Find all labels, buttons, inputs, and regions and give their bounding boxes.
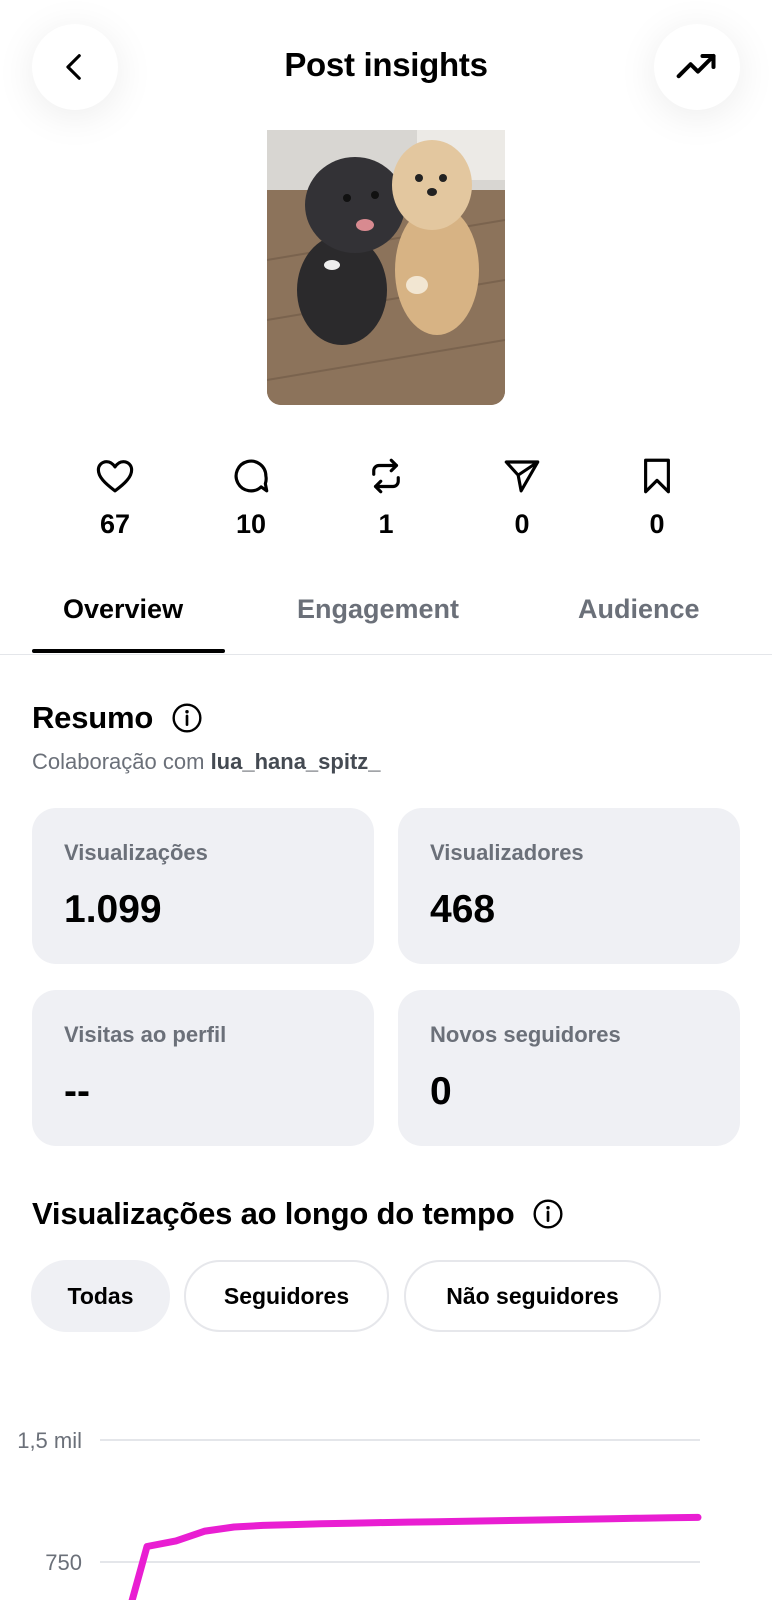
profile-visits-label: Visitas ao perfil: [64, 1022, 227, 1047]
likes-count: 67: [99, 509, 131, 539]
views-label: Visualizações: [64, 840, 208, 865]
new-followers-card: Novos seguidores 0: [398, 990, 740, 1146]
active-tab-indicator: [32, 649, 225, 653]
new-followers-value: 0: [430, 1070, 452, 1113]
likes-stat: 67: [55, 455, 175, 540]
tab-overview[interactable]: Overview: [63, 594, 183, 625]
views-over-time-heading: Visualizações ao longo do tempo: [32, 1196, 564, 1232]
send-icon: [504, 460, 540, 493]
reposts-count: 1: [378, 509, 394, 539]
collaborator-username[interactable]: lua_hana_spitz_: [211, 749, 381, 774]
views-over-time-title: Visualizações ao longo do tempo: [32, 1196, 515, 1231]
tab-audience[interactable]: Audience: [578, 594, 700, 625]
collaboration-line: Colaboração com lua_hana_spitz_: [32, 749, 381, 775]
views-series-line: [128, 1513, 702, 1600]
insights-tabs: Overview Engagement Audience: [0, 586, 772, 655]
viewers-card: Visualizadores 468: [398, 808, 740, 964]
reposts-stat: 1: [326, 455, 446, 540]
comments-stat: 10: [191, 455, 311, 540]
post-thumbnail[interactable]: [267, 130, 505, 405]
viewers-label: Visualizadores: [430, 840, 584, 865]
summary-heading: Resumo: [32, 700, 203, 736]
filter-all[interactable]: Todas: [31, 1260, 170, 1332]
comment-icon: [234, 459, 269, 493]
saves-count: 0: [649, 509, 665, 539]
filter-non-followers[interactable]: Não seguidores: [404, 1260, 661, 1332]
y-tick-label: 1,5 mil: [17, 1428, 82, 1453]
tab-engagement[interactable]: Engagement: [297, 594, 459, 625]
trend-button[interactable]: [654, 24, 740, 110]
profile-visits-card: Visitas ao perfil --: [32, 990, 374, 1146]
bookmark-icon: [644, 458, 670, 494]
post-image: [267, 130, 505, 405]
info-icon[interactable]: [532, 1198, 564, 1230]
saves-stat: 0: [597, 455, 717, 540]
shares-count: 0: [514, 509, 530, 539]
trending-up-icon: [676, 53, 716, 79]
collaboration-prefix: Colaboração com: [32, 749, 205, 774]
filter-followers[interactable]: Seguidores: [184, 1260, 389, 1332]
repost-icon: [372, 458, 400, 494]
profile-visits-value: --: [64, 1070, 90, 1113]
shares-stat: 0: [462, 455, 582, 540]
new-followers-label: Novos seguidores: [430, 1022, 621, 1047]
views-card: Visualizações 1.099: [32, 808, 374, 964]
summary-title: Resumo: [32, 700, 154, 735]
views-value: 1.099: [64, 888, 162, 931]
y-tick-label: 750: [45, 1550, 82, 1575]
views-line-chart: 1,5 mil 750: [17, 1428, 702, 1600]
info-icon[interactable]: [171, 702, 203, 734]
heart-icon: [96, 460, 134, 493]
viewers-value: 468: [430, 888, 496, 931]
comments-count: 10: [235, 509, 267, 539]
